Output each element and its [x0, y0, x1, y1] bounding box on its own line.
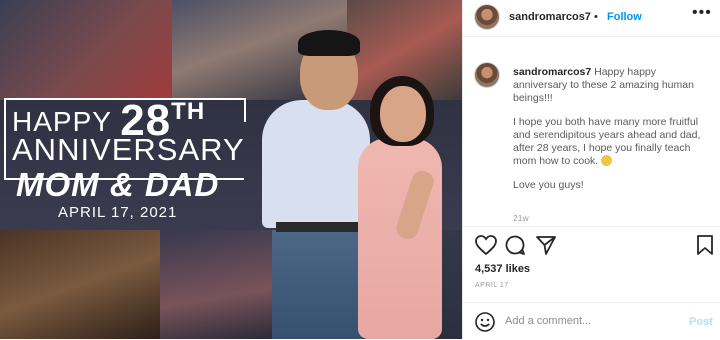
post-image[interactable]: HAPPY 28TH ANNIVERSARY MOM & DAD APRIL 1… [0, 0, 462, 339]
man-figure [272, 230, 362, 339]
collage-photo [0, 230, 160, 339]
more-options-icon[interactable]: ••• [692, 4, 712, 22]
post-date[interactable]: APRIL 17 [475, 282, 509, 289]
username[interactable]: sandromarcos7 [509, 11, 591, 23]
heart-icon[interactable] [474, 234, 498, 256]
divider [463, 226, 720, 227]
separator-dot: • [594, 11, 598, 23]
bookmark-icon[interactable] [695, 234, 715, 256]
comment-icon[interactable] [504, 234, 526, 256]
caption-timestamp[interactable]: 21w [513, 213, 529, 223]
post-sidebar: sandromarcos7 • Follow ••• sandromarcos7… [462, 0, 720, 339]
collage-photo [0, 0, 172, 100]
comment-input[interactable] [505, 315, 675, 327]
man-figure [298, 30, 360, 56]
follow-button[interactable]: Follow [607, 11, 642, 23]
man-figure [276, 222, 358, 232]
collage-photo [160, 230, 275, 339]
comment-bar: Post [463, 302, 720, 340]
woman-figure [358, 138, 442, 339]
username-link[interactable]: sandromarcos7 • [509, 11, 598, 23]
anniversary-date: APRIL 17, 2021 [58, 204, 178, 221]
share-icon[interactable] [535, 234, 557, 256]
man-figure [262, 100, 370, 228]
post-header: sandromarcos7 • Follow ••• [463, 0, 720, 37]
laughing-emoji-icon [601, 155, 613, 166]
woman-figure [380, 86, 426, 142]
anniversary-word: ANNIVERSARY [12, 132, 245, 167]
instagram-post-window: HAPPY 28TH ANNIVERSARY MOM & DAD APRIL 1… [0, 0, 720, 339]
smiley-icon[interactable] [474, 311, 496, 333]
caption-text: Love you guys! [513, 179, 584, 191]
likes-count[interactable]: 4,537 likes [475, 263, 530, 275]
post-comment-button[interactable]: Post [689, 316, 713, 328]
avatar[interactable] [474, 4, 500, 30]
anniversary-ordinal: TH [171, 98, 206, 125]
anniversary-names: MOM & DAD [16, 166, 220, 203]
caption-username[interactable]: sandromarcos7 [513, 66, 591, 78]
avatar[interactable] [474, 62, 500, 88]
caption: sandromarcos7 Happy happy anniversary to… [513, 66, 713, 203]
